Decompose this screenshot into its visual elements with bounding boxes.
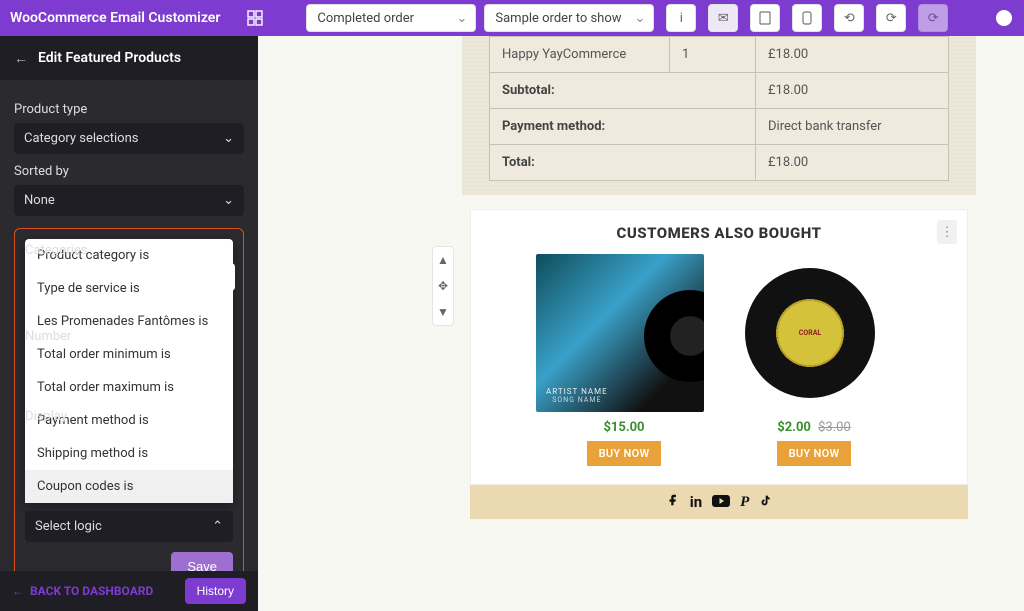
product-card: CORAL $2.00 $3.00 BUY NOW bbox=[726, 254, 902, 466]
layout-grid-icon[interactable] bbox=[244, 7, 266, 29]
email-body: Happy YayCommerce 1 £18.00 Subtotal: £18… bbox=[462, 36, 976, 195]
product-row: ARTIST NAME SONG NAME $15.00 BUY NOW C bbox=[481, 254, 957, 466]
facebook-icon[interactable] bbox=[666, 493, 680, 511]
cross-sell-block[interactable]: ⋮ CUSTOMERS ALSO BOUGHT ARTIST NAME SONG… bbox=[470, 209, 968, 485]
number-label: Number bbox=[25, 329, 71, 344]
subtotal-label: Subtotal: bbox=[490, 73, 756, 109]
table-row: Payment method: Direct bank transfer bbox=[490, 109, 949, 145]
buy-now-button[interactable]: BUY NOW bbox=[777, 441, 852, 466]
sample-order-select[interactable]: Sample order to show ⌄ bbox=[484, 4, 654, 32]
chevron-down-icon: ⌄ bbox=[456, 11, 467, 26]
info-button[interactable]: i bbox=[666, 4, 696, 32]
total-label: Total: bbox=[490, 145, 756, 181]
display-label: Display bbox=[25, 409, 67, 424]
product-price: $15.00 bbox=[536, 420, 712, 435]
subtotal-value: £18.00 bbox=[756, 73, 949, 109]
undo-button[interactable]: ⟲ bbox=[834, 4, 864, 32]
chevron-down-icon: ⌄ bbox=[223, 131, 234, 146]
conditional-logic-box: Categories Number Display Product catego… bbox=[14, 228, 244, 571]
page-view-button[interactable] bbox=[750, 4, 780, 32]
logic-option[interactable]: Type de service is bbox=[25, 272, 233, 305]
refresh-icon: ⟳ bbox=[886, 11, 897, 26]
mail-view-button[interactable]: ✉ bbox=[708, 4, 738, 32]
product-price: $2.00 $3.00 bbox=[726, 420, 902, 435]
product-image: ARTIST NAME SONG NAME bbox=[536, 254, 704, 412]
total-value: £18.00 bbox=[756, 145, 949, 181]
logic-option[interactable]: Shipping method is bbox=[25, 437, 233, 470]
youtube-icon[interactable] bbox=[712, 493, 730, 511]
product-image: CORAL bbox=[726, 254, 894, 412]
history-button[interactable]: History bbox=[185, 578, 246, 604]
product-card: ARTIST NAME SONG NAME $15.00 BUY NOW bbox=[536, 254, 712, 466]
more-vertical-icon: ⋮ bbox=[941, 225, 954, 240]
app-title: WooCommerce Email Customizer bbox=[10, 10, 220, 26]
topbar: WooCommerce Email Customizer Completed o… bbox=[0, 0, 1024, 36]
payment-value: Direct bank transfer bbox=[756, 109, 949, 145]
categories-label: Categories bbox=[25, 243, 88, 258]
sidebar-title: Edit Featured Products bbox=[38, 50, 181, 66]
payment-label: Payment method: bbox=[490, 109, 756, 145]
refresh-button[interactable]: ⟳ bbox=[876, 4, 906, 32]
enable-toggle[interactable] bbox=[978, 8, 1014, 28]
back-to-dashboard[interactable]: ← BACK TO DASHBOARD bbox=[12, 584, 153, 598]
sample-order-value: Sample order to show bbox=[495, 11, 621, 26]
mobile-view-button[interactable] bbox=[792, 4, 822, 32]
table-row: Total: £18.00 bbox=[490, 145, 949, 181]
cross-sell-title: CUSTOMERS ALSO BOUGHT bbox=[481, 224, 957, 242]
back-arrow-icon[interactable]: ← bbox=[14, 50, 28, 67]
vinyl-record: CORAL bbox=[745, 268, 875, 398]
toggle-knob bbox=[996, 10, 1012, 26]
block-options-button[interactable]: ⋮ bbox=[937, 220, 957, 244]
social-bar: in P bbox=[470, 485, 968, 519]
sorted-by-label: Sorted by bbox=[14, 164, 244, 179]
chevron-down-icon: ⌄ bbox=[223, 193, 234, 208]
chevron-down-icon: ⌄ bbox=[634, 11, 645, 26]
move-up-icon[interactable]: ▲ bbox=[435, 251, 451, 269]
item-qty: 1 bbox=[670, 37, 756, 73]
order-table: Happy YayCommerce 1 £18.00 Subtotal: £18… bbox=[489, 36, 949, 181]
move-down-icon[interactable]: ▼ bbox=[435, 303, 451, 321]
album-artist-text: ARTIST NAME SONG NAME bbox=[546, 387, 608, 404]
undo-icon: ⟲ bbox=[844, 11, 855, 26]
sorted-by-select[interactable]: None ⌄ bbox=[14, 185, 244, 216]
logic-option[interactable]: Total order maximum is bbox=[25, 371, 233, 404]
vinyl-label: CORAL bbox=[781, 304, 839, 362]
sorted-by-value: None bbox=[24, 193, 55, 208]
block-move-controls: ▲ ✥ ▼ bbox=[432, 246, 454, 326]
logic-option[interactable]: Coupon codes is bbox=[25, 470, 233, 503]
product-type-select[interactable]: Category selections ⌄ bbox=[14, 123, 244, 154]
select-logic-control[interactable]: Select logic ⌃ bbox=[25, 511, 233, 542]
old-price: $3.00 bbox=[818, 420, 851, 435]
redo-icon: ⟳ bbox=[928, 11, 939, 26]
redo-button[interactable]: ⟳ bbox=[918, 4, 948, 32]
tiktok-icon[interactable] bbox=[759, 493, 772, 511]
email-type-select[interactable]: Completed order ⌄ bbox=[306, 4, 476, 32]
sidebar-body: Product type Category selections ⌄ Sorte… bbox=[0, 80, 258, 571]
drag-handle-icon[interactable]: ✥ bbox=[436, 277, 450, 295]
email-canvas: Happy YayCommerce 1 £18.00 Subtotal: £18… bbox=[462, 36, 976, 519]
buy-now-button[interactable]: BUY NOW bbox=[587, 441, 662, 466]
mail-icon: ✉ bbox=[718, 11, 729, 26]
select-logic-label: Select logic bbox=[35, 519, 102, 534]
sidebar: ← Edit Featured Products Product type Ca… bbox=[0, 36, 258, 611]
chevron-up-icon: ⌃ bbox=[212, 519, 223, 534]
product-type-label: Product type bbox=[14, 102, 244, 117]
table-row: Happy YayCommerce 1 £18.00 bbox=[490, 37, 949, 73]
product-type-value: Category selections bbox=[24, 131, 138, 146]
table-row: Subtotal: £18.00 bbox=[490, 73, 949, 109]
logic-dropdown[interactable]: Product category is Type de service is L… bbox=[25, 239, 233, 503]
back-label: BACK TO DASHBOARD bbox=[30, 584, 153, 598]
main: ← Edit Featured Products Product type Ca… bbox=[0, 36, 1024, 611]
pinterest-icon[interactable]: P bbox=[740, 494, 749, 511]
item-name: Happy YayCommerce bbox=[490, 37, 670, 73]
email-type-value: Completed order bbox=[317, 11, 414, 26]
sidebar-header: ← Edit Featured Products bbox=[0, 36, 258, 80]
save-button[interactable]: Save bbox=[171, 552, 233, 571]
item-price: £18.00 bbox=[756, 37, 949, 73]
preview-area: ▲ ✥ ▼ Happy YayCommerce 1 £18.00 Subtota… bbox=[258, 36, 1024, 611]
arrow-left-icon: ← bbox=[12, 584, 24, 598]
linkedin-icon[interactable]: in bbox=[690, 493, 702, 511]
info-icon: i bbox=[680, 11, 683, 26]
sidebar-footer: ← BACK TO DASHBOARD History bbox=[0, 571, 258, 611]
